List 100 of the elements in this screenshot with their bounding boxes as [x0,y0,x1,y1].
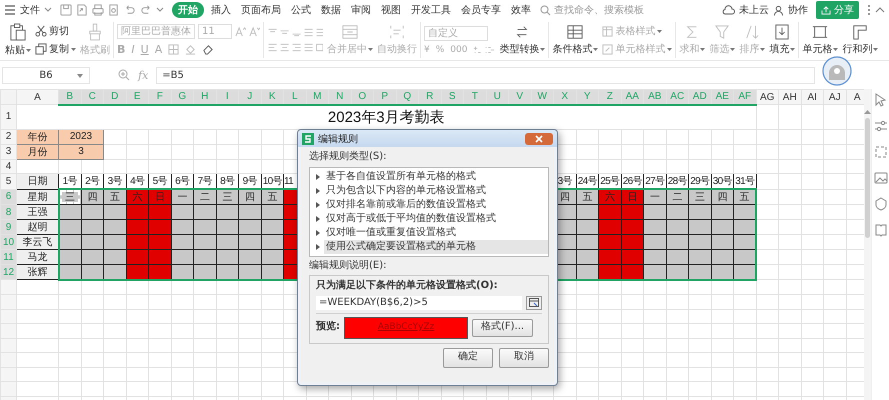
font-style-button[interactable]: B [117,43,126,56]
shield-icon[interactable] [874,197,888,211]
crop-icon[interactable] [874,145,888,159]
column-header[interactable]: L [284,90,306,104]
column-header[interactable]: AB [644,90,666,104]
column-header[interactable]: Z [598,90,621,104]
close-button[interactable] [525,132,553,144]
column-header[interactable]: A [846,90,864,104]
ribbon-tab[interactable]: 效率 [508,2,534,18]
column-header[interactable]: K [261,90,284,104]
font-style-button[interactable]: U [140,43,149,56]
column-header[interactable]: P [374,90,396,104]
ribbon-tab[interactable]: 开发工具 [408,2,454,18]
cursor-icon[interactable] [874,93,888,107]
column-header[interactable]: V [508,90,531,104]
column-header[interactable]: AG [756,90,778,104]
rule-type-item[interactable]: 仅对排名靠前或靠后的数值设置格式 [324,198,548,212]
column-header[interactable]: U [486,90,508,104]
row-header[interactable]: 5 [0,174,16,189]
fill-color-icon[interactable] [185,44,196,55]
row-header[interactable]: 6 [0,189,16,204]
ribbon-tab[interactable]: 开始 [172,2,204,18]
paste-button[interactable]: 粘贴 [5,23,31,57]
ribbon-tab[interactable]: 插入 [208,2,234,18]
copy-button[interactable]: 复制 [35,42,76,56]
column-header[interactable]: Y [576,90,598,104]
row-header[interactable]: 3 [0,144,16,159]
formula-input[interactable]: =WEEKDAY(B$6,2)>5 [316,296,522,310]
cloud-status[interactable]: 未上云 [739,3,769,17]
number-format-button[interactable]: % [436,44,444,54]
column-header[interactable]: AH [778,90,801,104]
ribbon-tab[interactable]: 数据 [318,2,344,18]
column-header[interactable]: AE [711,90,734,104]
range-picker-button[interactable] [526,296,542,310]
number-format-button[interactable]: ¥ [424,44,430,54]
column-header[interactable]: X [554,90,576,104]
row-header[interactable]: 11 [0,250,16,264]
ribbon-tab[interactable]: 会员专享 [458,2,504,18]
column-header[interactable]: W [531,90,554,104]
collaborate-button[interactable]: 协作 [788,3,808,17]
column-header[interactable]: Q [396,90,418,104]
image-icon[interactable] [874,171,888,185]
shrink-font-icon[interactable] [249,26,260,37]
rows-columns-button[interactable]: 行和列 [842,24,878,56]
column-header[interactable]: H [194,90,216,104]
column-header[interactable]: M [306,90,328,104]
column-header[interactable]: I [216,90,238,104]
preview-icon[interactable] [108,4,120,16]
cell-button[interactable]: 单元格 [802,24,838,56]
caret-icon[interactable] [44,7,52,13]
fill-button[interactable]: 填充 [769,24,796,56]
column-header[interactable]: G [171,90,194,104]
row-header[interactable]: 4 [0,159,16,174]
save-icon[interactable] [60,4,72,16]
column-header[interactable]: AJ [824,90,846,104]
font-style-button[interactable]: A [154,43,162,56]
scroll-thumb[interactable] [865,118,870,238]
menu-icon[interactable] [4,5,16,15]
column-header[interactable]: D [104,90,126,104]
formula-field[interactable]: =B5 [156,66,815,84]
format-button[interactable]: 格式(F)... [472,318,534,336]
decimal-icons[interactable] [473,44,496,54]
redo-icon[interactable] [140,4,152,16]
caret-icon[interactable] [156,7,164,13]
eraser-icon[interactable] [202,44,214,55]
rule-type-item[interactable]: 只为包含以下内容的单元格设置格式 [324,184,548,198]
share-button[interactable]: 分享 [816,1,859,19]
column-header[interactable]: AI [801,90,824,104]
export-icon[interactable] [76,4,88,16]
cloud-icon[interactable] [721,5,735,15]
more-icon[interactable] [867,4,871,16]
column-header[interactable]: S [441,90,464,104]
row-header[interactable]: 1 [0,104,16,129]
column-header[interactable]: E [126,90,148,104]
column-header[interactable]: T [464,90,486,104]
row-header[interactable]: 8 [0,204,16,220]
sliders-icon[interactable] [874,119,888,133]
cut-button[interactable]: 剪切 [35,24,76,38]
row-header[interactable]: 9 [0,220,16,234]
name-box[interactable]: B6 [2,66,90,84]
type-convert-button[interactable]: 类型转换 [499,24,546,56]
search-field[interactable]: 查找命令、搜索模板 [540,4,646,16]
align-top-icons[interactable] [267,27,323,38]
column-header[interactable]: AC [666,90,688,104]
column-header[interactable]: B [58,90,81,104]
person-icon[interactable] [773,4,784,16]
font-style-button[interactable]: I [131,43,135,56]
ribbon-tab[interactable]: 审阅 [348,2,374,18]
column-header[interactable]: C [81,90,104,104]
column-header[interactable]: A [16,90,58,104]
border-icon[interactable] [168,44,180,55]
column-header[interactable]: AA [621,90,644,104]
ribbon-tab[interactable]: 页面布局 [238,2,284,18]
rule-type-item[interactable]: 基于各自值设置所有单元格的格式 [324,170,548,184]
column-header[interactable]: O [351,90,374,104]
assistant-avatar-icon[interactable] [822,56,852,86]
column-header[interactable]: R [418,90,441,104]
scroll-up-icon[interactable] [864,109,871,114]
ribbon-tab[interactable]: 公式 [288,2,314,18]
grow-font-icon[interactable] [235,26,246,37]
